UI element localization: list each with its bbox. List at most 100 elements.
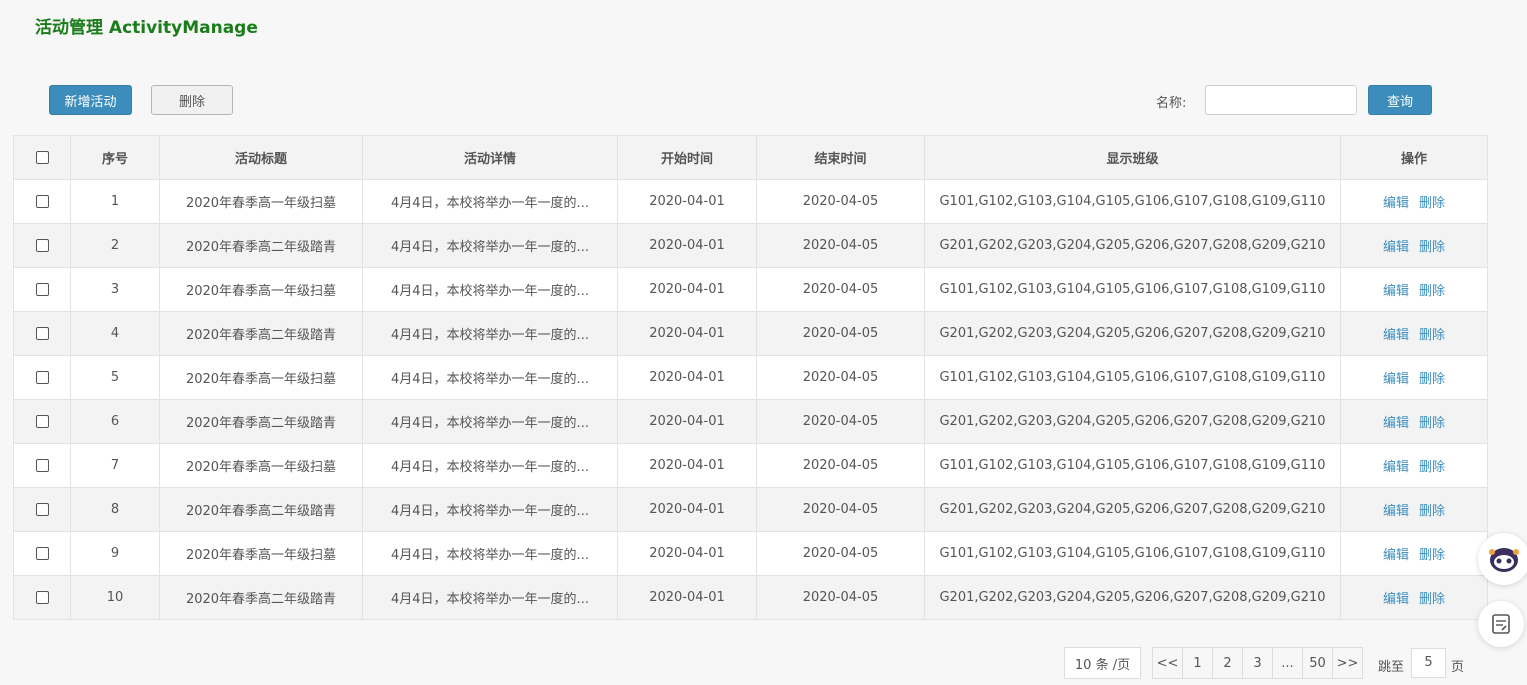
- table-row: 1 2020年春季高一年级扫墓 4月4日，本校将举办一年一度的... 2020-04-…: [13, 179, 1488, 224]
- cell-detail: 4月4日，本校将举办一年一度的...: [362, 355, 618, 400]
- cell-classes: G201,G202,G203,G204,G205,G206,G207,G208,…: [924, 575, 1341, 620]
- delete-button[interactable]: 删除: [151, 85, 233, 115]
- row-checkbox[interactable]: [35, 195, 49, 208]
- edit-link[interactable]: 编辑: [1383, 196, 1409, 211]
- edit-link[interactable]: 编辑: [1383, 328, 1409, 343]
- cell-no: 6: [70, 399, 160, 444]
- edit-link[interactable]: 编辑: [1383, 240, 1409, 255]
- edit-link[interactable]: 编辑: [1383, 592, 1409, 607]
- cell-end: 2020-04-05: [756, 443, 925, 488]
- cell-classes: G201,G202,G203,G204,G205,G206,G207,G208,…: [924, 487, 1341, 532]
- cell-detail: 4月4日，本校将举办一年一度的...: [362, 487, 618, 532]
- assistant-button[interactable]: [1478, 533, 1527, 585]
- delete-link[interactable]: 删除: [1419, 548, 1445, 563]
- cell-classes: G101,G102,G103,G104,G105,G106,G107,G108,…: [924, 267, 1341, 312]
- cell-start: 2020-04-01: [617, 443, 757, 488]
- table-row: 8 2020年春季高二年级踏青 4月4日，本校将举办一年一度的... 2020-04-…: [13, 487, 1488, 532]
- table-row: 9 2020年春季高一年级扫墓 4月4日，本校将举办一年一度的... 2020-04-…: [13, 531, 1488, 576]
- row-checkbox[interactable]: [35, 327, 49, 340]
- search-label: 名称:: [1156, 96, 1187, 111]
- cell-start: 2020-04-01: [617, 223, 757, 268]
- delete-link[interactable]: 删除: [1419, 284, 1445, 299]
- cell-actions: 编辑 删除: [1340, 443, 1488, 488]
- notes-button[interactable]: [1478, 601, 1524, 647]
- pagination: << 1 2 3 ... 50 >>: [1152, 647, 1363, 679]
- row-checkbox[interactable]: [35, 547, 49, 560]
- select-cell: [13, 267, 71, 312]
- select-cell: [13, 443, 71, 488]
- row-checkbox[interactable]: [35, 239, 49, 252]
- cell-start: 2020-04-01: [617, 399, 757, 444]
- last-page-button[interactable]: >>: [1333, 648, 1362, 678]
- cell-start: 2020-04-01: [617, 355, 757, 400]
- select-cell: [13, 223, 71, 268]
- select-cell: [13, 487, 71, 532]
- table-row: 2 2020年春季高二年级踏青 4月4日，本校将举办一年一度的... 2020-04-…: [13, 223, 1488, 268]
- delete-link[interactable]: 删除: [1419, 240, 1445, 255]
- cell-no: 5: [70, 355, 160, 400]
- delete-link[interactable]: 删除: [1419, 460, 1445, 475]
- cell-end: 2020-04-05: [756, 355, 925, 400]
- select-cell: [13, 399, 71, 444]
- page-size-select[interactable]: 10 条 /页: [1064, 647, 1141, 679]
- select-cell: [13, 575, 71, 620]
- cell-actions: 编辑 删除: [1340, 223, 1488, 268]
- edit-link[interactable]: 编辑: [1383, 548, 1409, 563]
- add-activity-button[interactable]: 新增活动: [49, 85, 132, 115]
- cell-detail: 4月4日，本校将举办一年一度的...: [362, 179, 618, 224]
- header-actions: 操作: [1340, 135, 1488, 180]
- edit-link[interactable]: 编辑: [1383, 460, 1409, 475]
- cell-classes: G101,G102,G103,G104,G105,G106,G107,G108,…: [924, 355, 1341, 400]
- edit-link[interactable]: 编辑: [1383, 372, 1409, 387]
- page-3-button[interactable]: 3: [1243, 648, 1273, 678]
- select-all-checkbox[interactable]: [35, 151, 49, 164]
- row-checkbox[interactable]: [35, 283, 49, 296]
- row-checkbox[interactable]: [35, 459, 49, 472]
- table-header-row: 序号 活动标题 活动详情 开始时间 结束时间 显示班级 操作: [13, 135, 1488, 180]
- page-ellipsis: ...: [1273, 648, 1303, 678]
- cell-classes: G101,G102,G103,G104,G105,G106,G107,G108,…: [924, 443, 1341, 488]
- edit-link[interactable]: 编辑: [1383, 284, 1409, 299]
- row-checkbox[interactable]: [35, 371, 49, 384]
- edit-link[interactable]: 编辑: [1383, 504, 1409, 519]
- search-input[interactable]: [1205, 85, 1357, 115]
- row-checkbox[interactable]: [35, 503, 49, 516]
- page-1-button[interactable]: 1: [1183, 648, 1213, 678]
- delete-link[interactable]: 删除: [1419, 504, 1445, 519]
- page-50-button[interactable]: 50: [1303, 648, 1333, 678]
- edit-link[interactable]: 编辑: [1383, 416, 1409, 431]
- cell-end: 2020-04-05: [756, 311, 925, 356]
- cell-detail: 4月4日，本校将举办一年一度的...: [362, 311, 618, 356]
- cell-start: 2020-04-01: [617, 575, 757, 620]
- cell-title: 2020年春季高一年级扫墓: [159, 443, 363, 488]
- table-row: 5 2020年春季高一年级扫墓 4月4日，本校将举办一年一度的... 2020-04-…: [13, 355, 1488, 400]
- delete-link[interactable]: 删除: [1419, 372, 1445, 387]
- delete-link[interactable]: 删除: [1419, 416, 1445, 431]
- row-checkbox[interactable]: [35, 591, 49, 604]
- row-checkbox[interactable]: [35, 415, 49, 428]
- cell-detail: 4月4日，本校将举办一年一度的...: [362, 399, 618, 444]
- cell-no: 8: [70, 487, 160, 532]
- delete-link[interactable]: 删除: [1419, 196, 1445, 211]
- first-page-button[interactable]: <<: [1153, 648, 1183, 678]
- select-all-cell: [13, 135, 71, 180]
- cell-actions: 编辑 删除: [1340, 575, 1488, 620]
- cell-actions: 编辑 删除: [1340, 399, 1488, 444]
- cell-classes: G101,G102,G103,G104,G105,G106,G107,G108,…: [924, 531, 1341, 576]
- jump-page-input[interactable]: 5: [1411, 648, 1446, 678]
- cell-classes: G101,G102,G103,G104,G105,G106,G107,G108,…: [924, 179, 1341, 224]
- table-row: 6 2020年春季高二年级踏青 4月4日，本校将举办一年一度的... 2020-04-…: [13, 399, 1488, 444]
- cell-end: 2020-04-05: [756, 179, 925, 224]
- cell-title: 2020年春季高一年级扫墓: [159, 267, 363, 312]
- select-cell: [13, 179, 71, 224]
- cell-start: 2020-04-01: [617, 311, 757, 356]
- delete-link[interactable]: 删除: [1419, 328, 1445, 343]
- cell-classes: G201,G202,G203,G204,G205,G206,G207,G208,…: [924, 399, 1341, 444]
- cell-no: 10: [70, 575, 160, 620]
- cell-end: 2020-04-05: [756, 223, 925, 268]
- page-2-button[interactable]: 2: [1213, 648, 1243, 678]
- query-button[interactable]: 查询: [1368, 85, 1432, 115]
- header-end: 结束时间: [756, 135, 925, 180]
- cell-no: 7: [70, 443, 160, 488]
- delete-link[interactable]: 删除: [1419, 592, 1445, 607]
